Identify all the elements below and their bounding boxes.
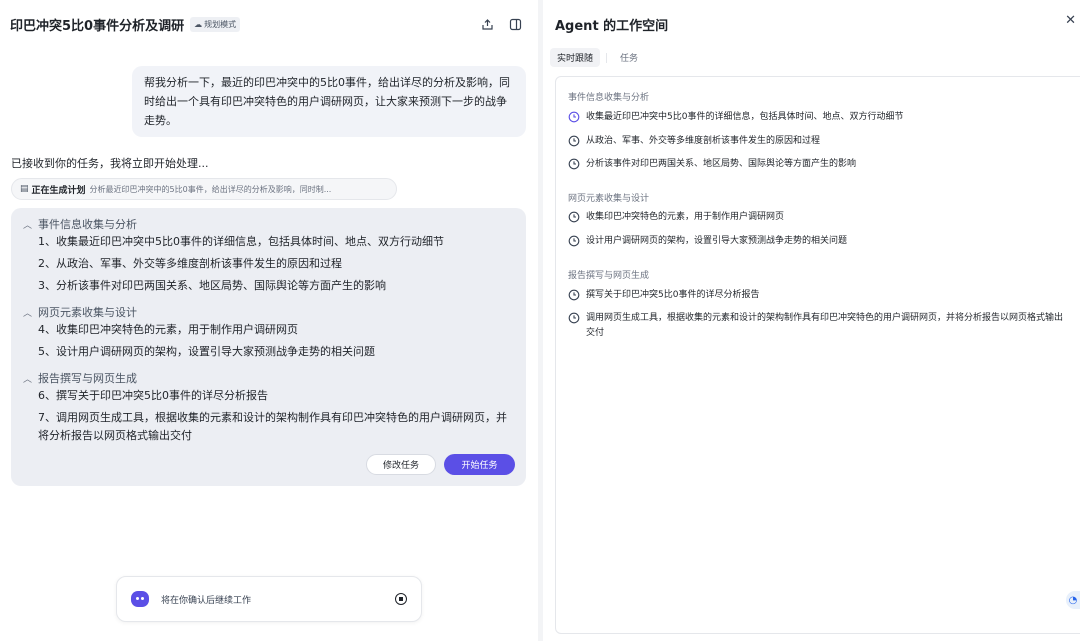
chat-panel: 印巴冲突5比0事件分析及调研 ☁ 规划模式 帮我分析一下，最近的印巴冲突中的5比… (0, 0, 538, 641)
mode-badge[interactable]: ☁ 规划模式 (190, 16, 241, 32)
workspace-item: 设计用户调研网页的架构，设置引导大家预测战争走势的相关问题 (568, 234, 1068, 249)
floating-assistant-icon[interactable]: ◔ (1066, 591, 1080, 609)
workspace-title: Agent 的工作空间 (555, 19, 669, 34)
ack-message: 已接收到你的任务，我将立即开始处理... (11, 157, 209, 170)
close-icon[interactable]: ✕ (1065, 13, 1076, 28)
panel-toggle-icon[interactable] (508, 17, 522, 31)
user-message: 帮我分析一下，最近的印巴冲突中的5比0事件，给出详尽的分析及影响，同时给出一个具… (132, 66, 526, 137)
edit-task-button[interactable]: 修改任务 (366, 454, 436, 475)
workspace-panel: Agent 的工作空间 ✕ 实时跟随 任务 事件信息收集与分析 收集最近印巴冲突… (543, 0, 1080, 641)
workspace-section-title: 报告撰写与网页生成 (568, 271, 650, 281)
plan-section-title[interactable]: ︿ 网页元素收集与设计 (23, 304, 137, 320)
workspace-section-title: 网页元素收集与设计 (568, 194, 650, 204)
clock-icon (568, 111, 580, 123)
chevron-up-icon: ︿ (23, 374, 33, 385)
plan-task: 7、调用网页生成工具，根据收集的元素和设计的架构制作具有印巴冲突特色的用户调研网… (38, 411, 507, 442)
clock-icon (568, 312, 580, 324)
generating-text: 分析最近印巴冲突中的5比0事件，给出详尽的分析及影响，同时制... (89, 184, 332, 194)
workspace-item: 调用网页生成工具，根据收集的元素和设计的架构制作具有印巴冲突特色的用户调研网页，… (568, 311, 1068, 341)
workspace-item: 收集印巴冲突特色的元素，用于制作用户调研网页 (568, 210, 1068, 225)
generating-plan-pill[interactable]: ▤ 正在生成计划 分析最近印巴冲突中的5比0事件，给出详尽的分析及影响，同时制.… (11, 178, 397, 200)
tab-tasks[interactable]: 任务 (613, 48, 645, 67)
generating-label: 正在生成计划 (31, 185, 86, 196)
tab-live-follow[interactable]: 实时跟随 (550, 48, 601, 67)
clock-icon (568, 135, 580, 147)
clock-icon (568, 158, 580, 170)
planning-mode-icon: ☁ (194, 19, 203, 29)
plan-task: 1、收集最近印巴冲突中5比0事件的详细信息，包括具体时间、地点、双方行动细节 (38, 235, 444, 248)
clock-icon (568, 211, 580, 223)
plan-icon: ▤ (20, 184, 29, 194)
bot-avatar-icon (131, 591, 149, 607)
workspace-section-title: 事件信息收集与分析 (568, 93, 650, 103)
plan-task: 2、从政治、军事、外交等多维度剖析该事件发生的原因和过程 (38, 257, 342, 270)
tab-divider (606, 52, 608, 63)
status-input-box: 将在你确认后继续工作 (116, 576, 422, 622)
start-task-button[interactable]: 开始任务 (444, 454, 515, 475)
clock-icon (568, 235, 580, 247)
workspace-item: 收集最近印巴冲突中5比0事件的详细信息，包括具体时间、地点、双方行动细节 (568, 110, 1068, 125)
plan-task: 4、收集印巴冲突特色的元素，用于制作用户调研网页 (38, 323, 298, 336)
wait-status-text: 将在你确认后继续工作 (161, 595, 252, 606)
plan-task: 3、分析该事件对印巴两国关系、地区局势、国际舆论等方面产生的影响 (38, 279, 386, 292)
workspace-item: 分析该事件对印巴两国关系、地区局势、国际舆论等方面产生的影响 (568, 157, 1068, 172)
plan-section-title[interactable]: ︿ 事件信息收集与分析 (23, 216, 137, 232)
chevron-up-icon: ︿ (23, 220, 33, 231)
plan-card: ︿ 事件信息收集与分析 1、收集最近印巴冲突中5比0事件的详细信息，包括具体时间… (11, 208, 526, 486)
chat-title: 印巴冲突5比0事件分析及调研 (10, 18, 185, 34)
header-actions (480, 14, 522, 34)
stop-icon[interactable] (395, 593, 407, 605)
workspace-item: 撰写关于印巴冲突5比0事件的详尽分析报告 (568, 288, 1068, 303)
mode-badge-label: 规划模式 (204, 19, 237, 29)
workspace-item: 从政治、军事、外交等多维度剖析该事件发生的原因和过程 (568, 134, 1068, 149)
chevron-up-icon: ︿ (23, 308, 33, 319)
share-icon[interactable] (480, 17, 494, 31)
plan-task: 6、撰写关于印巴冲突5比0事件的详尽分析报告 (38, 389, 268, 402)
clock-icon (568, 289, 580, 301)
plan-task: 5、设计用户调研网页的架构，设置引导大家预测战争走势的相关问题 (38, 345, 375, 358)
workspace-content: 事件信息收集与分析 收集最近印巴冲突中5比0事件的详细信息，包括具体时间、地点、… (555, 76, 1080, 634)
chat-header: 印巴冲突5比0事件分析及调研 ☁ 规划模式 (10, 14, 528, 34)
workspace-tabs: 实时跟随 任务 (550, 48, 645, 67)
plan-section-title[interactable]: ︿ 报告撰写与网页生成 (23, 370, 137, 386)
